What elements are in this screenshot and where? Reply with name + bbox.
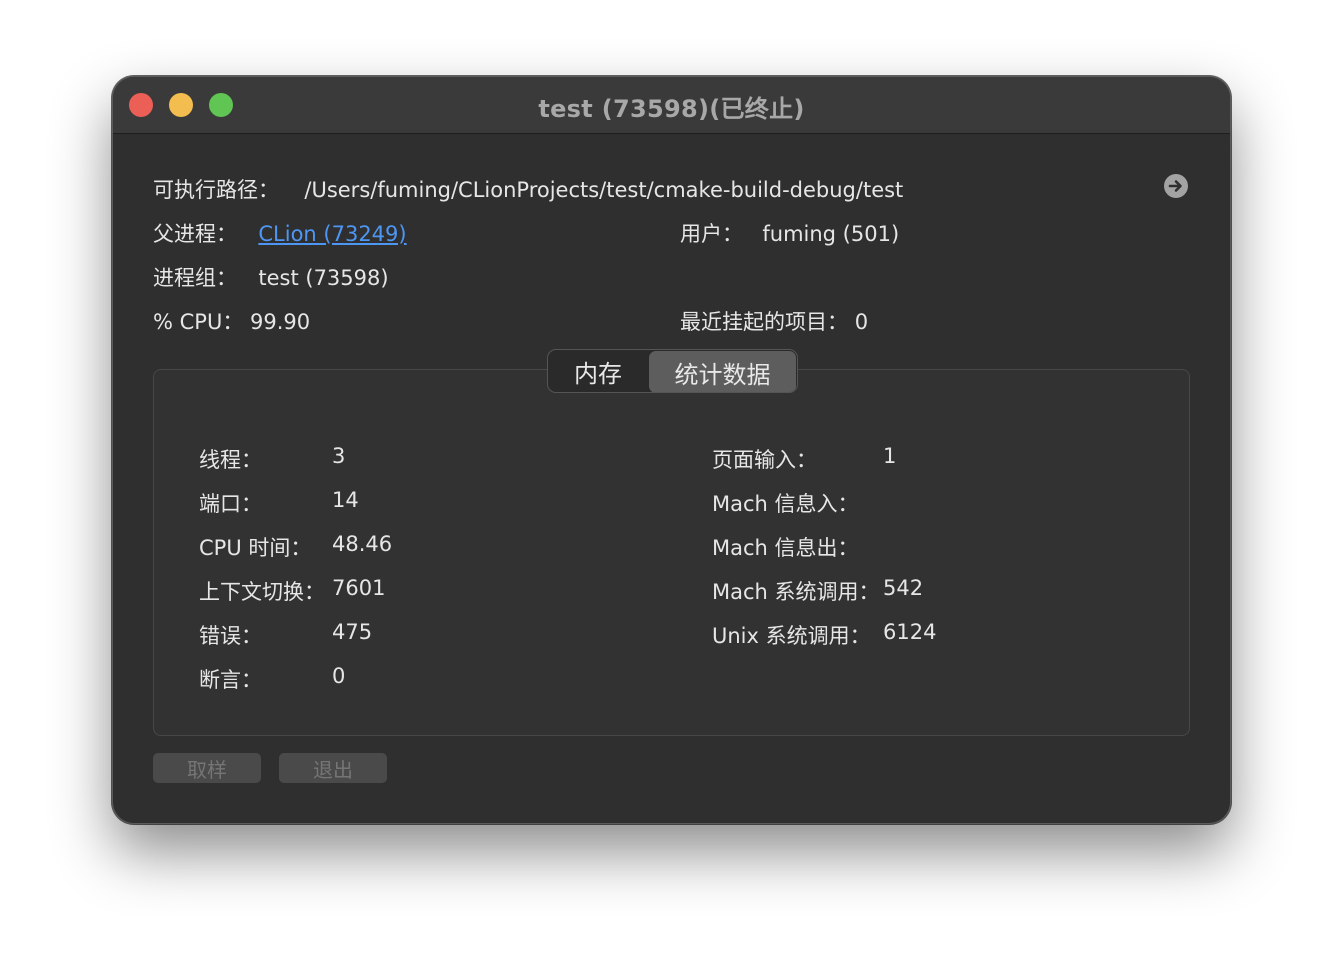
- process-info-window: test (73598)(已终止) 可执行路径： /Users/fuming/C…: [112, 76, 1231, 824]
- stat-value: 48.46: [332, 532, 393, 556]
- stat-value: 14: [332, 488, 359, 512]
- reveal-in-finder-icon[interactable]: [1164, 174, 1188, 198]
- stat-value: 0: [332, 664, 346, 688]
- title-bar[interactable]: test (73598)(已终止): [113, 77, 1230, 134]
- user-value: fuming (501): [762, 222, 900, 246]
- stat-value: 1: [883, 444, 897, 468]
- sample-button[interactable]: 取样: [153, 753, 261, 783]
- stat-label: Mach 信息出：: [712, 536, 859, 560]
- tab-switcher: 内存 统计数据: [547, 349, 798, 393]
- stat-label: 错误：: [199, 624, 262, 648]
- stat-label: Mach 信息入：: [712, 492, 859, 516]
- process-group-value: test (73598): [258, 266, 389, 290]
- stat-label: 页面输入：: [712, 448, 817, 472]
- exec-path-value: /Users/fuming/CLionProjects/test/cmake-b…: [304, 178, 904, 202]
- parent-process-row: 父进程： CLion (73249): [153, 218, 407, 248]
- process-group-row: 进程组： test (73598): [153, 262, 389, 292]
- cpu-row: % CPU： 99.90: [153, 306, 310, 336]
- quit-button[interactable]: 退出: [279, 753, 387, 783]
- stat-value: 3: [332, 444, 346, 468]
- stat-label: 断言：: [199, 668, 262, 692]
- recent-hangs-label: 最近挂起的项目：: [680, 310, 848, 334]
- cpu-label: % CPU：: [153, 310, 244, 334]
- process-group-label: 进程组：: [153, 266, 237, 290]
- recent-hangs-row: 最近挂起的项目： 0: [680, 306, 868, 336]
- stat-label: Mach 系统调用：: [712, 580, 880, 604]
- stat-value: 542: [883, 576, 924, 600]
- stat-label: 线程：: [199, 448, 262, 472]
- stat-label: 端口：: [199, 492, 262, 516]
- stat-label: CPU 时间：: [199, 536, 312, 560]
- tab-memory[interactable]: 内存: [548, 350, 648, 392]
- exec-path-label: 可执行路径：: [153, 178, 279, 202]
- exec-path-row: 可执行路径： /Users/fuming/CLionProjects/test/…: [153, 174, 903, 204]
- stat-value: 6124: [883, 620, 937, 644]
- stat-label: Unix 系统调用：: [712, 624, 871, 648]
- stat-value: 7601: [332, 576, 386, 600]
- user-label: 用户：: [680, 222, 743, 246]
- parent-process-link[interactable]: CLion (73249): [258, 222, 406, 246]
- stat-value: 475: [332, 620, 373, 644]
- cpu-value: 99.90: [250, 310, 311, 334]
- stat-label: 上下文切换：: [199, 580, 325, 604]
- parent-process-label: 父进程：: [153, 222, 237, 246]
- tab-statistics[interactable]: 统计数据: [649, 351, 796, 392]
- user-row: 用户： fuming (501): [680, 218, 899, 248]
- window-title: test (73598)(已终止): [538, 95, 805, 123]
- recent-hangs-value: 0: [854, 310, 869, 334]
